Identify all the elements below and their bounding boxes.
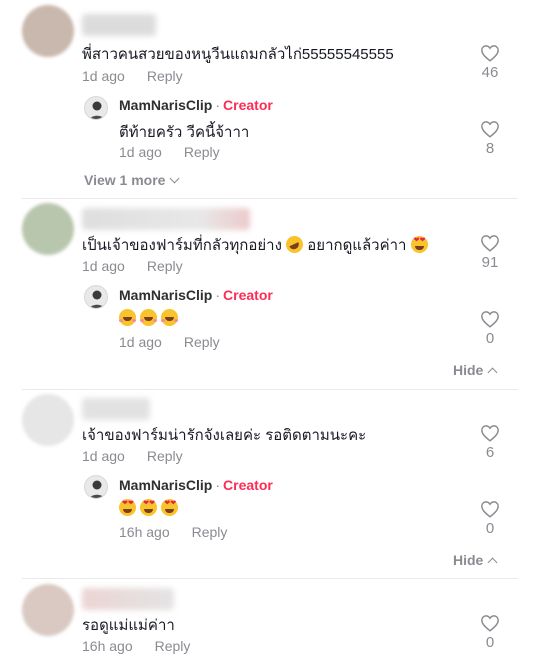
commenter-name-blurred[interactable] — [82, 14, 156, 36]
chevron-down-icon[interactable] — [170, 173, 180, 184]
smiling-face-with-hearts-emoji — [140, 309, 158, 326]
hide-label[interactable]: Hide — [453, 552, 483, 568]
reply-author[interactable]: MamNarisClip — [119, 477, 212, 493]
separator-dot: · — [215, 287, 221, 303]
reply-time: 1d ago — [119, 144, 162, 160]
creator-badge: Creator — [223, 477, 273, 493]
reply-meta: 1d ago Reply — [119, 334, 220, 350]
reply-author-line: MamNarisClip · Creator — [119, 97, 273, 113]
comment-text: พี่สาวคนสวยของหนูวีนแถมกลัวไก่5555554555… — [82, 46, 394, 63]
commenter-avatar[interactable] — [22, 5, 74, 57]
like-button[interactable]: 91 — [474, 234, 506, 271]
rofl-emoji — [283, 233, 306, 256]
like-count: 91 — [481, 254, 499, 271]
like-count: 46 — [481, 64, 499, 81]
heart-outline-icon[interactable] — [480, 424, 500, 442]
reply-button[interactable]: Reply — [147, 258, 183, 274]
separator-dot: · — [215, 97, 221, 113]
comment-text: รอดูแม่แม่ค่าา — [82, 617, 175, 634]
reply-author[interactable]: MamNarisClip — [119, 97, 212, 113]
commenter-name-blurred[interactable] — [82, 208, 250, 230]
heart-eyes-emoji — [161, 499, 179, 516]
reply-button[interactable]: Reply — [147, 68, 183, 84]
comment-time: 1d ago — [82, 448, 125, 464]
heart-outline-icon[interactable] — [480, 500, 500, 518]
comment-text-part1: เป็นเจ้าของฟาร์มที่กลัวทุกอย่าง — [82, 237, 282, 254]
commenter-name-blurred[interactable] — [82, 588, 174, 610]
reply-author-line: MamNarisClip · Creator — [119, 477, 273, 493]
view-more-replies-button[interactable]: View 1 more — [84, 172, 180, 188]
hide-label[interactable]: Hide — [453, 362, 483, 378]
creator-avatar[interactable] — [84, 475, 108, 499]
reply-author-line: MamNarisClip · Creator — [119, 287, 273, 303]
comment-text: เป็นเจ้าของฟาร์มที่กลัวทุกอย่าง อยากดูแล… — [82, 233, 428, 257]
creator-badge: Creator — [223, 97, 273, 113]
view-more-label[interactable]: View 1 more — [84, 172, 165, 188]
heart-outline-icon[interactable] — [480, 234, 500, 252]
hide-replies-button[interactable]: Hide — [453, 552, 498, 568]
reply-author[interactable]: MamNarisClip — [119, 287, 212, 303]
creator-avatar[interactable] — [84, 96, 108, 120]
creator-badge: Creator — [223, 287, 273, 303]
heart-outline-icon[interactable] — [480, 44, 500, 62]
reply-meta: 1d ago Reply — [119, 144, 220, 160]
heart-outline-icon[interactable] — [480, 120, 500, 138]
person-icon — [89, 101, 105, 119]
reply-emojis — [119, 499, 179, 517]
commenter-name-blurred[interactable] — [82, 398, 150, 420]
like-count: 8 — [485, 140, 495, 157]
heart-outline-icon[interactable] — [480, 310, 500, 328]
chevron-up-icon[interactable] — [487, 367, 498, 378]
reply-button[interactable]: Reply — [147, 448, 183, 464]
like-count: 0 — [485, 634, 495, 651]
separator-dot: · — [215, 477, 221, 493]
smiling-face-with-hearts-emoji — [119, 309, 136, 326]
heart-outline-icon[interactable] — [480, 614, 500, 632]
reply-time: 16h ago — [119, 524, 170, 540]
heart-eyes-emoji — [140, 499, 158, 516]
like-button[interactable]: 0 — [474, 310, 506, 347]
like-button[interactable]: 8 — [474, 120, 506, 157]
creator-avatar[interactable] — [84, 285, 108, 309]
comment-time: 16h ago — [82, 638, 133, 654]
reply-button[interactable]: Reply — [184, 334, 220, 350]
comment-meta: 1d ago Reply — [82, 68, 183, 84]
reply-time: 1d ago — [119, 334, 162, 350]
chevron-up-icon[interactable] — [487, 557, 498, 568]
comment-time: 1d ago — [82, 68, 125, 84]
comment-meta: 1d ago Reply — [82, 448, 183, 464]
like-count: 6 — [485, 444, 495, 461]
person-icon — [89, 290, 105, 308]
heart-eyes-emoji — [119, 499, 136, 516]
comment-meta: 16h ago Reply — [82, 638, 190, 654]
reply-button[interactable]: Reply — [192, 524, 228, 540]
commenter-avatar[interactable] — [22, 394, 74, 446]
like-count: 0 — [485, 520, 495, 537]
reply-text: ตีท้ายครัว วีคนี้จ้าาา — [119, 124, 250, 141]
heart-eyes-emoji — [410, 236, 428, 253]
like-count: 0 — [485, 330, 495, 347]
commenter-avatar[interactable] — [22, 203, 74, 255]
comment-text-part2: อยากดูแล้วค่าา — [307, 237, 407, 254]
smiling-face-with-hearts-emoji — [161, 309, 179, 326]
divider — [22, 389, 518, 390]
like-button[interactable]: 0 — [474, 500, 506, 537]
reply-meta: 16h ago Reply — [119, 524, 227, 540]
person-icon — [89, 480, 105, 498]
divider — [22, 198, 518, 199]
comment-time: 1d ago — [82, 258, 125, 274]
like-button[interactable]: 6 — [474, 424, 506, 461]
reply-emojis — [119, 309, 179, 327]
commenter-avatar[interactable] — [22, 584, 74, 636]
like-button[interactable]: 46 — [474, 44, 506, 81]
like-button[interactable]: 0 — [474, 614, 506, 651]
hide-replies-button[interactable]: Hide — [453, 362, 498, 378]
comment-text: เจ้าของฟาร์มน่ารักจังเลยค่ะ รอติดตามนะคะ — [82, 427, 367, 444]
reply-button[interactable]: Reply — [184, 144, 220, 160]
divider — [22, 578, 518, 579]
comment-meta: 1d ago Reply — [82, 258, 183, 274]
reply-button[interactable]: Reply — [155, 638, 191, 654]
